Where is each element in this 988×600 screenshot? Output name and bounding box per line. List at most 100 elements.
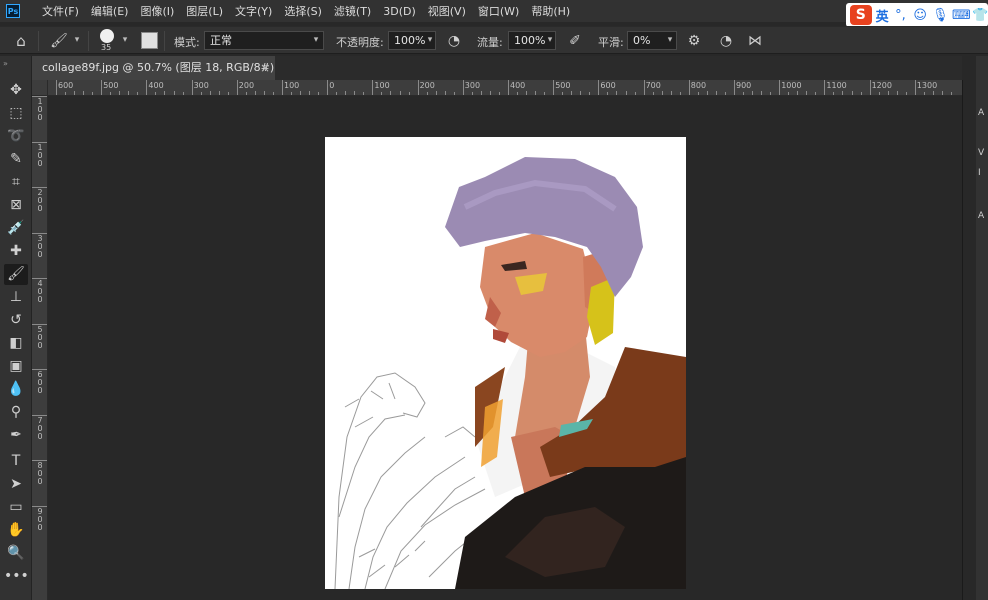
mode-select[interactable]: 正常 xyxy=(204,31,324,50)
blur-tool-icon[interactable]: 💧 xyxy=(4,379,28,400)
menu-select[interactable]: 选择(S) xyxy=(278,3,328,19)
menu-type[interactable]: 文字(Y) xyxy=(229,3,278,19)
ruler-minor-tick xyxy=(607,92,609,95)
punctuation-icon[interactable]: °, xyxy=(893,8,909,23)
panel-tab[interactable]: A xyxy=(978,211,988,221)
clone-stamp-tool-icon[interactable]: ⊥ xyxy=(4,287,28,308)
ruler-label: 500 xyxy=(555,81,571,90)
ime-language-toggle[interactable]: 英 xyxy=(876,6,889,25)
brush-preset-icon[interactable]: 🖌 xyxy=(50,32,68,50)
more-tools-icon[interactable]: ••• xyxy=(4,566,29,587)
ruler-label: 0 xyxy=(329,81,335,90)
eyedropper-tool-icon[interactable]: 💉 xyxy=(4,218,28,239)
healing-brush-tool-icon[interactable]: ✚ xyxy=(4,241,28,262)
gradient-tool-icon[interactable]: ▣ xyxy=(4,356,28,377)
ruler-minor-tick xyxy=(571,91,573,95)
chevron-down-icon[interactable]: ▾ xyxy=(543,31,557,50)
ruler-label: 0 xyxy=(37,249,43,259)
opacity-label: 不透明度: xyxy=(336,36,384,49)
chevron-down-icon[interactable]: ▾ xyxy=(118,31,132,50)
emoji-icon[interactable]: ☺ xyxy=(912,8,928,23)
ruler-minor-tick xyxy=(272,92,274,95)
ruler-origin[interactable] xyxy=(32,80,48,96)
document-canvas[interactable] xyxy=(325,137,686,589)
close-icon[interactable]: × xyxy=(260,56,270,80)
document-tab[interactable]: collage89f.jpg @ 50.7% (图层 18, RGB/8#) *… xyxy=(32,56,275,98)
app-logo[interactable]: Ps xyxy=(6,4,20,18)
ruler-minor-tick xyxy=(706,91,708,95)
pen-tool-icon[interactable]: ✒ xyxy=(4,425,28,446)
panel-tab[interactable]: V xyxy=(978,148,988,158)
menu-file[interactable]: 文件(F) xyxy=(36,3,85,19)
ruler-label: 1100 xyxy=(826,81,847,90)
ruler-label: 700 xyxy=(645,81,661,90)
menu-layer[interactable]: 图层(L) xyxy=(180,3,229,19)
chevron-down-icon[interactable]: ▾ xyxy=(663,31,677,50)
airbrush-icon[interactable]: ✐ xyxy=(566,32,584,50)
lasso-tool-icon[interactable]: ➰ xyxy=(4,126,28,147)
marquee-tool-icon[interactable]: ⬚ xyxy=(4,103,28,124)
ruler-label: 200 xyxy=(238,81,255,90)
pressure-size-icon[interactable]: ◔ xyxy=(717,32,735,50)
ruler-minor-tick xyxy=(408,92,410,95)
keyboard-icon[interactable]: ⌨ xyxy=(952,8,971,23)
ruler-minor-tick xyxy=(65,92,67,95)
ruler-minor-tick xyxy=(444,91,446,95)
ruler-label: 0 xyxy=(37,158,43,168)
chevron-down-icon[interactable]: ▾ xyxy=(309,31,323,50)
ruler-minor-tick xyxy=(535,91,537,95)
path-select-tool-icon[interactable]: ➤ xyxy=(4,474,28,495)
menu-image[interactable]: 图像(I) xyxy=(134,3,180,19)
panel-tab[interactable]: A xyxy=(978,108,988,118)
menu-edit[interactable]: 编辑(E) xyxy=(85,3,135,19)
panel-tab[interactable]: I xyxy=(978,168,988,178)
ruler-major-tick xyxy=(32,505,47,507)
canvas-workspace[interactable] xyxy=(48,97,962,600)
menu-3d[interactable]: 3D(D) xyxy=(377,5,422,18)
shirt-icon[interactable]: 👕 xyxy=(972,8,988,23)
ruler-minor-tick xyxy=(471,92,473,95)
ruler-major-tick xyxy=(32,278,47,279)
microphone-icon[interactable]: 🎙 xyxy=(932,8,949,23)
eraser-tool-icon[interactable]: ◧ xyxy=(4,333,28,354)
ruler-major-tick xyxy=(32,414,47,416)
ruler-minor-tick xyxy=(164,91,166,95)
menu-help[interactable]: 帮助(H) xyxy=(525,3,576,19)
frame-tool-icon[interactable]: ⊠ xyxy=(4,195,28,216)
symmetry-icon[interactable]: ⋈ xyxy=(746,32,764,50)
history-brush-tool-icon[interactable]: ↺ xyxy=(4,310,28,331)
menu-filter[interactable]: 滤镜(T) xyxy=(328,3,377,19)
rectangle-tool-icon[interactable]: ▭ xyxy=(4,497,28,518)
chevron-down-icon[interactable]: ▾ xyxy=(70,31,84,50)
ruler-major-tick xyxy=(32,96,47,97)
ime-logo[interactable]: S xyxy=(850,5,872,25)
home-icon[interactable]: ⌂ xyxy=(12,32,30,50)
panel-grip-icon[interactable]: » xyxy=(3,59,8,68)
painting-artwork xyxy=(334,157,686,589)
move-tool-icon[interactable]: ✥ xyxy=(4,80,28,101)
chevron-down-icon[interactable]: ▾ xyxy=(423,31,437,50)
type-tool-icon[interactable]: T xyxy=(4,451,28,472)
ruler-minor-tick xyxy=(245,92,247,95)
vertical-ruler[interactable]: 100100200300400500600700800900 xyxy=(32,96,48,600)
menu-window[interactable]: 窗口(W) xyxy=(472,3,525,19)
crop-tool-icon[interactable]: ⌗ xyxy=(4,172,28,193)
quick-select-tool-icon[interactable]: ✎ xyxy=(4,149,28,170)
zoom-tool-icon[interactable]: 🔍 xyxy=(4,543,28,564)
brush-settings-panel-icon[interactable] xyxy=(141,32,158,49)
tools-panel: » ✥ ⬚ ➰ ✎ ⌗ ⊠ 💉 ✚ 🖌 ⊥ ↺ ◧ ▣ 💧 ⚲ ✒ T ➤ ▭ … xyxy=(0,56,32,600)
menu-view[interactable]: 视图(V) xyxy=(422,3,472,19)
hand-tool-icon[interactable]: ✋ xyxy=(4,520,28,541)
brush-tip-preview[interactable] xyxy=(100,29,114,43)
gear-icon[interactable]: ⚙ xyxy=(685,32,703,50)
dodge-tool-icon[interactable]: ⚲ xyxy=(4,402,28,423)
ruler-minor-tick xyxy=(435,91,437,95)
ruler-label: 0 xyxy=(37,477,43,486)
ruler-minor-tick xyxy=(724,92,726,95)
ruler-label: 0 xyxy=(37,386,43,395)
ruler-minor-tick xyxy=(670,91,672,95)
horizontal-ruler[interactable]: 600 500 400 300 200 100 0 100 200 300 400 500 600 700… xyxy=(48,80,962,96)
pressure-opacity-icon[interactable]: ◔ xyxy=(445,32,463,50)
ruler-label: 100 xyxy=(374,81,390,90)
brush-tool-icon[interactable]: 🖌 xyxy=(4,264,28,285)
